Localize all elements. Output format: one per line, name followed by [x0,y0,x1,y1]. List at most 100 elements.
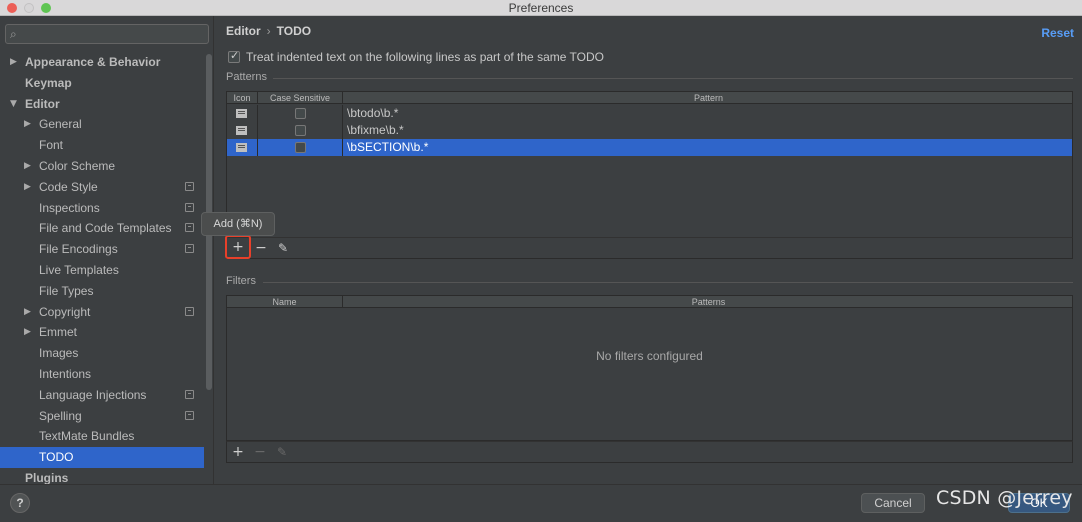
sidebar-item-font[interactable]: Font [0,135,204,156]
pattern-cell[interactable]: \btodo\b.* [343,105,1074,122]
edit-pattern-button[interactable]: ✎ [274,239,292,257]
search-icon: ⌕ [10,27,17,41]
chevron-right-icon[interactable]: ▶ [24,114,31,135]
sidebar-item-label: Emmet [39,325,78,340]
todo-icon [236,126,247,135]
project-scope-icon [185,223,194,233]
pattern-text: \bSECTION\b.* [347,140,429,154]
pattern-row[interactable]: \bfixme\b.* [227,122,1072,139]
filters-toolbar: + − ✎ [226,441,1073,463]
pencil-icon: ✎ [276,445,288,459]
sidebar-item-file-types[interactable]: File Types [0,281,204,302]
pattern-text: \bfixme\b.* [347,123,404,137]
add-pattern-button[interactable]: + [225,235,251,259]
chevron-right-icon[interactable]: ▶ [24,302,31,323]
sidebar-item-label: Language Injections [39,387,147,402]
case-sensitive-cell[interactable] [258,139,343,156]
indented-text-option[interactable]: Treat indented text on the following lin… [228,49,604,64]
remove-pattern-button[interactable]: − [252,239,270,257]
pattern-text: \btodo\b.* [347,106,399,120]
minus-icon: − [255,240,267,256]
todo-icon [236,143,247,152]
column-patterns[interactable]: Patterns [343,296,1074,308]
sidebar-item-label: General [39,117,82,132]
watermark: CSDN @Jerrey [936,487,1073,509]
indented-text-checkbox[interactable] [228,49,240,63]
settings-search-input[interactable]: ⌕ [5,24,209,44]
case-sensitive-checkbox[interactable] [295,142,306,153]
sidebar-item-copyright[interactable]: ▶ Copyright [0,302,204,323]
sidebar-item-live-templates[interactable]: Live Templates [0,260,204,281]
indented-text-label: Treat indented text on the following lin… [246,50,604,64]
sidebar-item-inspections[interactable]: Inspections [0,198,204,219]
window-title: Preferences [508,1,574,15]
column-name[interactable]: Name [227,296,343,308]
chevron-right-icon[interactable]: ▶ [24,177,31,198]
patterns-section-title: Patterns [226,71,267,83]
add-filter-button[interactable]: + [229,443,247,461]
chevron-down-icon[interactable]: ▼ [10,94,17,115]
sidebar-item-label: Font [39,138,64,153]
sidebar-item-color-scheme[interactable]: ▶ Color Scheme [0,156,204,177]
project-scope-icon [185,410,194,420]
cancel-button[interactable]: Cancel [861,493,925,513]
sidebar-item-editor[interactable]: ▼ Editor [0,94,204,115]
case-sensitive-cell[interactable] [258,105,343,122]
sidebar-item-intentions[interactable]: Intentions [0,364,204,385]
sidebar-item-language-injections[interactable]: Language Injections [0,385,204,406]
pattern-row[interactable]: \bSECTION\b.* [227,139,1072,156]
sidebar-item-keymap[interactable]: Keymap [0,73,204,94]
chevron-right-icon[interactable]: ▶ [10,52,17,73]
sidebar-item-label: Appearance & Behavior [25,55,161,69]
pattern-icon-cell[interactable] [227,122,258,139]
sidebar-item-images[interactable]: Images [0,343,204,364]
sidebar-item-general[interactable]: ▶ General [0,114,204,135]
column-case-sensitive[interactable]: Case Sensitive [258,92,343,104]
sidebar-item-todo[interactable]: TODO [0,447,204,468]
pattern-cell[interactable]: \bfixme\b.* [343,122,1074,139]
empty-filters-message: No filters configured [596,349,703,363]
sidebar-item-plugins[interactable]: Plugins [0,468,204,484]
sidebar-item-emmet[interactable]: ▶ Emmet [0,322,204,343]
patterns-toolbar: + − ✎ [225,235,1073,259]
column-pattern[interactable]: Pattern [343,92,1074,104]
sidebar-item-label: Inspections [39,200,100,215]
pattern-icon-cell[interactable] [227,139,258,156]
sidebar-item-label: TODO [39,450,74,465]
sidebar-item-textmate-bundles[interactable]: TextMate Bundles [0,426,204,447]
sidebar-item-label: File Encodings [39,242,118,257]
filters-table-header: Name Patterns [227,296,1072,308]
plus-icon: + [232,444,244,460]
help-button[interactable]: ? [10,493,30,513]
filters-table: Name Patterns No filters configured [226,295,1073,441]
sidebar-item-label: Color Scheme [39,158,116,173]
chevron-right-icon[interactable]: ▶ [24,156,31,177]
minus-icon: − [254,444,266,460]
sidebar-item-appearance-behavior[interactable]: ▶ Appearance & Behavior [0,52,204,73]
sidebar-item-code-style[interactable]: ▶ Code Style [0,177,204,198]
chevron-right-icon[interactable]: ▶ [24,322,31,343]
column-icon[interactable]: Icon [227,92,258,104]
todo-icon [236,109,247,118]
pattern-cell[interactable]: \bSECTION\b.* [343,139,1074,156]
remove-filter-button: − [251,443,269,461]
pattern-row[interactable]: \btodo\b.* [227,105,1072,122]
reset-link[interactable]: Reset [1041,26,1074,40]
settings-content: Editor › TODO Reset Treat indented text on… [215,16,1082,484]
project-scope-icon [185,181,194,191]
sidebar-item-file-encodings[interactable]: File Encodings [0,239,204,260]
breadcrumb-editor: Editor [226,24,261,38]
sidebar-item-label: Images [39,346,79,361]
sidebar-item-label: Copyright [39,304,91,319]
sidebar-item-spelling[interactable]: Spelling [0,406,204,427]
sidebar-item-file-and-code-templates[interactable]: File and Code Templates [0,218,204,239]
project-scope-icon [185,202,194,212]
case-sensitive-checkbox[interactable] [295,125,306,136]
breadcrumb-todo: TODO [276,24,312,38]
pattern-icon-cell[interactable] [227,105,258,122]
sidebar-item-label: Keymap [25,75,72,90]
breadcrumb: Editor › TODO [226,24,311,38]
sidebar-item-label: File Types [39,283,94,298]
case-sensitive-cell[interactable] [258,122,343,139]
case-sensitive-checkbox[interactable] [295,108,306,119]
